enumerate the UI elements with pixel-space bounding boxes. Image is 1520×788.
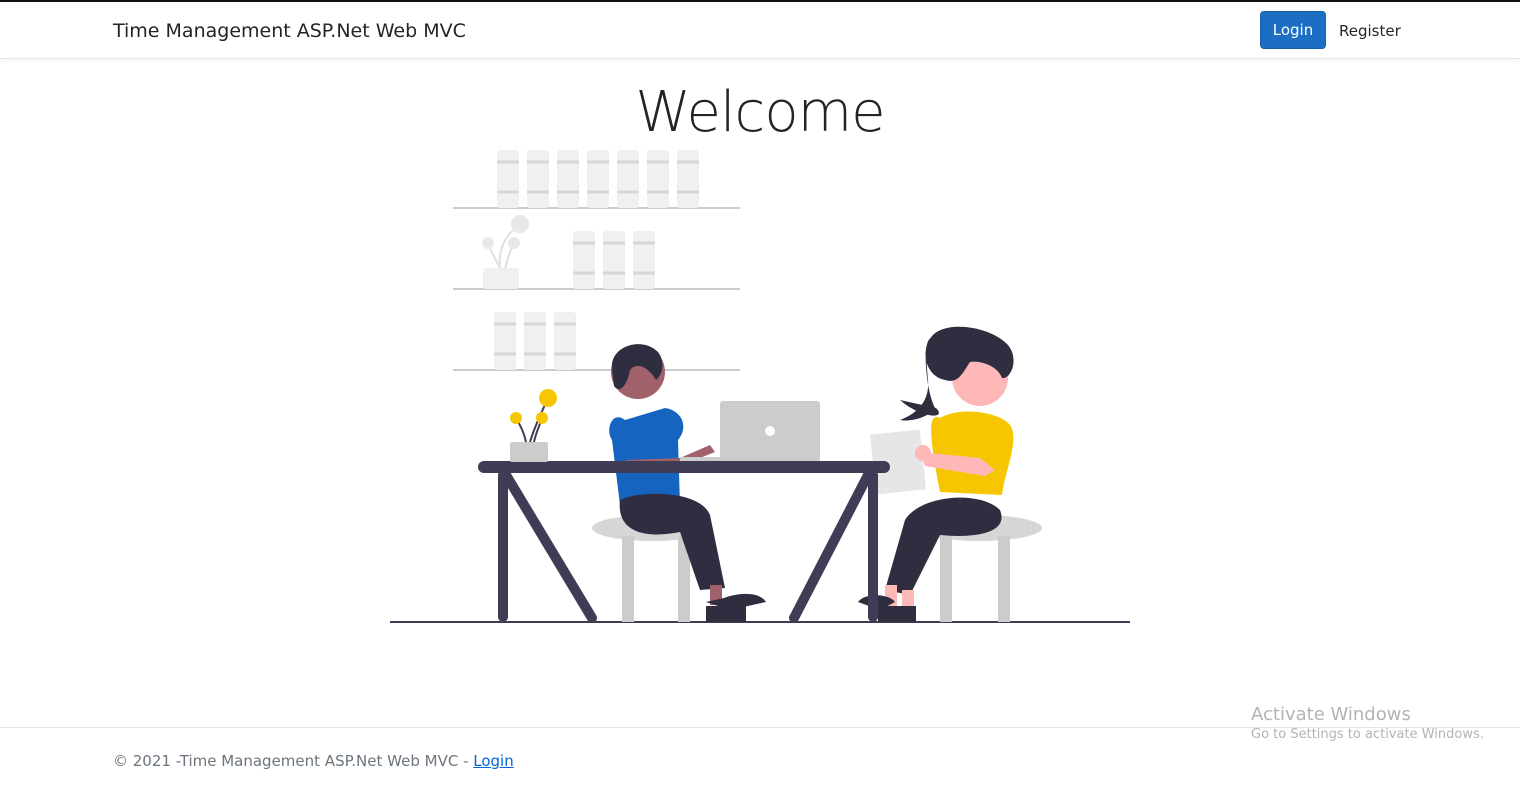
login-button[interactable]: Login [1260,11,1326,49]
activate-windows-subtitle: Go to Settings to activate Windows. [1251,727,1484,742]
activate-windows-watermark: Activate Windows Go to Settings to activ… [1251,704,1484,742]
brand-link[interactable]: Time Management ASP.Net Web MVC [113,20,466,42]
hero-illustration [390,150,1130,623]
shelves [453,150,740,371]
footer-login-link[interactable]: Login [473,752,513,770]
person-right [858,326,1014,622]
activate-windows-title: Activate Windows [1251,704,1411,725]
footer-copyright: © 2021 -Time Management ASP.Net Web MVC … [113,752,514,770]
desk-plant [510,389,557,462]
navbar: Time Management ASP.Net Web MVC Login Re… [0,2,1520,59]
register-link[interactable]: Register [1339,22,1401,40]
page-title: Welcome [635,80,885,145]
footer-text: © 2021 -Time Management ASP.Net Web MVC … [113,752,474,770]
